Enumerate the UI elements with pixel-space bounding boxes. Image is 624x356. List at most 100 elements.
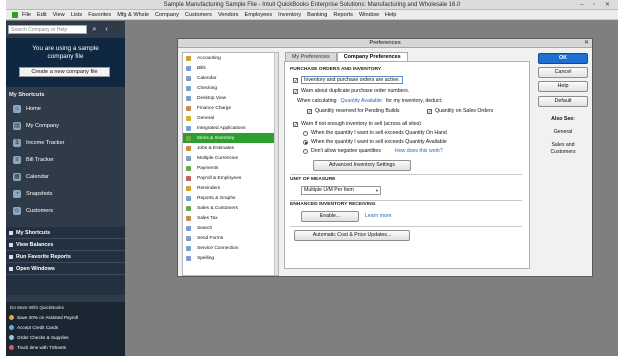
cancel-button[interactable]: Cancel [538, 67, 588, 78]
category-icon [186, 205, 191, 211]
category-desktop-view[interactable]: Desktop View [183, 93, 278, 103]
category-send-forms[interactable]: Send Forms [183, 233, 278, 243]
do-more-tsheets[interactable]: Track time with TSheets [9, 345, 66, 350]
qty-reserved-builds-checkbox[interactable]: ✓ Quantity reserved for Pending Builds [307, 108, 400, 114]
category-items-inventory[interactable]: Items & Inventory [183, 133, 278, 143]
default-button[interactable]: Default [538, 96, 588, 107]
warn-not-enough-checkbox[interactable]: ✓ Warn if not enough inventory to sell (… [293, 121, 421, 127]
do-more-credit-cards[interactable]: Accept Credit Cards [9, 325, 58, 330]
do-more-checks[interactable]: Order Checks & Supplies [9, 335, 69, 340]
open-windows-icon [9, 266, 13, 271]
radio-available[interactable]: When the quantity I want to sell exceeds… [303, 139, 447, 145]
how-does-this-work-link[interactable]: How does this work? [395, 148, 443, 154]
menu-favorites[interactable]: Favorites [88, 12, 111, 18]
category-sales-customers[interactable]: Sales & Customers [183, 203, 278, 213]
menu-company[interactable]: Company [155, 12, 179, 18]
menu-lists[interactable]: Lists [71, 12, 83, 18]
window-controls[interactable]: – ▫ ✕ [580, 1, 614, 8]
category-jobs-estimates[interactable]: Jobs & Estimates [183, 143, 278, 153]
category-payments[interactable]: Payments [183, 163, 278, 173]
shortcut-my-company[interactable]: ▤ My Company [6, 117, 125, 134]
quantity-available-link[interactable]: Quantity Available [341, 98, 382, 104]
uom-select[interactable]: Multiple U/M Per Item ▾ [301, 186, 381, 195]
favorite-reports-icon [9, 254, 13, 259]
menu-employees[interactable]: Employees [244, 12, 272, 18]
create-company-button[interactable]: Create a new company file [19, 67, 110, 77]
customers-icon: ☺ [13, 206, 21, 215]
do-more-payroll[interactable]: Save 20% on Assisted Payroll [9, 315, 78, 320]
category-service-connection[interactable]: Service Connection [183, 243, 278, 253]
menu-edit[interactable]: Edit [37, 12, 47, 18]
category-accounting[interactable]: Accounting [183, 53, 278, 63]
menu-inventory[interactable]: Inventory [278, 12, 301, 18]
learn-more-link[interactable]: Learn more [365, 213, 392, 219]
enable-button[interactable]: Enable... [301, 211, 359, 222]
radio-on-hand[interactable]: When the quantity I want to sell exceeds… [303, 130, 447, 136]
payroll-icon [9, 315, 14, 320]
checkbox-label: Inventory and purchase orders are active… [301, 76, 403, 84]
category-sales-tax[interactable]: Sales Tax [183, 213, 278, 223]
shortcut-list: ⌂ Home ▤ My Company $ Income Tracker ≡ Bill … [6, 100, 125, 219]
category-icon [186, 125, 191, 131]
category-search[interactable]: Search [183, 223, 278, 233]
shortcut-income-tracker[interactable]: $ Income Tracker [6, 134, 125, 151]
qty-sales-orders-checkbox[interactable]: ✓ Quantity on Sales Orders [427, 108, 493, 114]
menu-window[interactable]: Window [359, 12, 379, 18]
divider [290, 226, 522, 227]
category-calendar[interactable]: Calendar [183, 73, 278, 83]
tab-my-preferences[interactable]: My Preferences [285, 52, 337, 61]
menu-vendors[interactable]: Vendors [218, 12, 239, 18]
inventory-active-checkbox[interactable]: ✓ Inventory and purchase orders are acti… [293, 76, 403, 84]
menu-mfg-whsle[interactable]: Mfg & Whsle [117, 12, 149, 18]
nav-open-windows[interactable]: Open Windows [6, 263, 125, 275]
shortcut-snapshots[interactable]: ◔ Snapshots [6, 185, 125, 202]
also-see-general-link[interactable]: General [538, 129, 588, 135]
menu-file[interactable]: File [22, 12, 31, 18]
also-see-sales-link-line2[interactable]: Customers [538, 149, 588, 155]
shortcut-home[interactable]: ⌂ Home [6, 100, 125, 117]
radio-no-negative[interactable]: Don't allow negative quantities How does… [303, 148, 443, 154]
menu-customers[interactable]: Customers [185, 12, 212, 18]
search-input[interactable]: Search Company or Help [8, 25, 87, 34]
sample-file-banner: You are using a sample company file Crea… [6, 38, 125, 87]
automatic-cost-price-button[interactable]: Automatic Cost & Price Updates... [294, 230, 410, 241]
search-icon[interactable]: ⌕ [90, 25, 99, 34]
menu-reports[interactable]: Reports [333, 12, 353, 18]
collapse-icon[interactable]: ‹ [102, 25, 111, 34]
category-bills[interactable]: Bills [183, 63, 278, 73]
category-multiple-currencies[interactable]: Multiple Currencies [183, 153, 278, 163]
category-icon [186, 245, 191, 251]
ok-button[interactable]: OK [538, 53, 588, 64]
shortcut-calendar[interactable]: ▦ Calendar [6, 168, 125, 185]
category-general[interactable]: General [183, 113, 278, 123]
nav-my-shortcuts[interactable]: My Shortcuts [6, 227, 125, 239]
also-see-sales-link[interactable]: Sales and [538, 142, 588, 148]
shortcut-customers[interactable]: ☺ Customers [6, 202, 125, 219]
category-icon [186, 235, 191, 241]
do-more-label: Accept Credit Cards [17, 325, 59, 330]
menu-banking[interactable]: Banking [307, 12, 327, 18]
nav-view-balances[interactable]: View Balances [6, 239, 125, 251]
category-scrollbar[interactable] [274, 53, 278, 275]
category-spelling[interactable]: Spelling [183, 253, 278, 263]
help-button[interactable]: Help [538, 81, 588, 92]
category-checking[interactable]: Checking [183, 83, 278, 93]
my-shortcuts-icon [9, 230, 13, 235]
close-icon[interactable]: ✕ [584, 39, 589, 46]
advanced-inventory-settings-button[interactable]: Advanced Inventory Settings [313, 160, 411, 171]
calendar-icon: ▦ [13, 172, 21, 181]
menu-help[interactable]: Help [385, 12, 397, 18]
category-reports-graphs[interactable]: Reports & Graphs [183, 193, 278, 203]
category-integrated-applications[interactable]: Integrated Applications [183, 123, 278, 133]
menu-view[interactable]: View [53, 12, 65, 18]
banner-line-2: company file [47, 53, 84, 60]
category-finance-charge[interactable]: Finance Charge [183, 103, 278, 113]
category-reminders[interactable]: Reminders [183, 183, 278, 193]
warn-duplicate-po-checkbox[interactable]: ✓ Warn about duplicate purchase order nu… [293, 88, 409, 94]
tab-company-preferences[interactable]: Company Preferences [336, 52, 408, 61]
nav-run-favorite-reports[interactable]: Run Favorite Reports [6, 251, 125, 263]
category-payroll-employees[interactable]: Payroll & Employees [183, 173, 278, 183]
category-icon [186, 175, 191, 181]
search-row: Search Company or Help ⌕ ‹ [8, 24, 123, 35]
shortcut-bill-tracker[interactable]: ≡ Bill Tracker [6, 151, 125, 168]
